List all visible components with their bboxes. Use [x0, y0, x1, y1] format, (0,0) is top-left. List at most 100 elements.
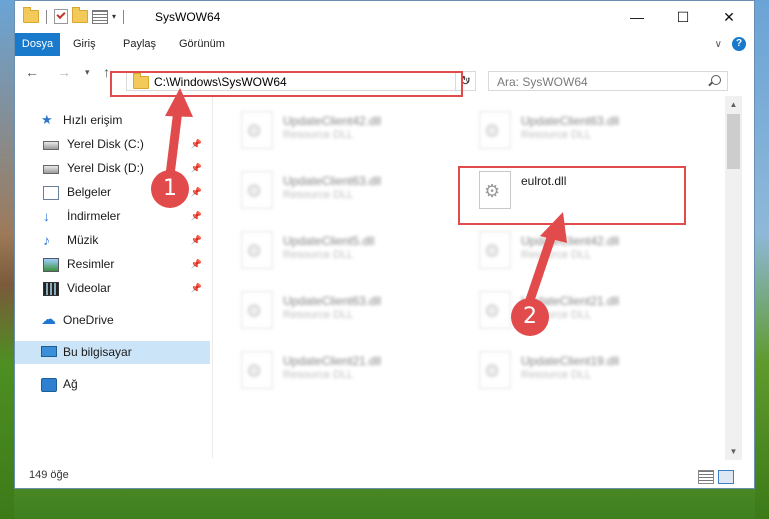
- file-name: UpdateClient5.dll: [283, 234, 375, 248]
- dll-file-icon: [241, 351, 273, 389]
- sidebar-item-this-pc[interactable]: Bu bilgisayar: [15, 341, 210, 364]
- pictures-icon: [43, 258, 59, 272]
- forward-arrow-icon[interactable]: →: [57, 64, 71, 80]
- new-folder-icon[interactable]: [72, 7, 88, 23]
- expand-ribbon-icon[interactable]: ∨: [715, 39, 722, 50]
- sidebar-item-label: Yerel Disk (C:): [67, 137, 144, 151]
- back-arrow-icon[interactable]: ←: [25, 64, 39, 80]
- cloud-icon: ☁: [41, 311, 56, 328]
- drive-icon: [43, 165, 59, 174]
- videos-icon: [43, 282, 59, 296]
- search-input[interactable]: Ara: SysWOW64: [488, 71, 728, 91]
- ribbon-right-controls: ∨ ?: [715, 37, 746, 51]
- file-name: UpdateClient63.dll: [521, 114, 620, 128]
- close-icon[interactable]: ✕: [706, 1, 752, 33]
- file-item[interactable]: UpdateClient5.dll Resource DLL: [213, 221, 443, 271]
- file-item[interactable]: UpdateClient42.dll Resource DLL: [451, 221, 681, 271]
- sidebar-item-label: Müzik: [67, 233, 99, 247]
- details-view-icon[interactable]: [698, 470, 714, 484]
- sidebar-item-music[interactable]: ♪ Müzik 📌: [15, 229, 210, 252]
- up-arrow-icon[interactable]: ↑: [103, 64, 110, 80]
- file-name: UpdateClient42.dll: [521, 234, 620, 248]
- title-bar: ▾ SysWOW64 — ☐ ✕: [15, 1, 754, 33]
- sidebar-item-label: İndirmeler: [67, 209, 121, 223]
- file-name: UpdateClient19.dll: [521, 354, 620, 368]
- sidebar-item-network[interactable]: Ağ: [15, 373, 210, 396]
- qat-dropdown-icon[interactable]: ▾: [112, 12, 116, 21]
- qat-separator-2: [123, 9, 125, 24]
- sidebar-item-label: Yerel Disk (D:): [67, 161, 144, 175]
- sidebar-item-drive-c[interactable]: Yerel Disk (C:) 📌: [15, 133, 210, 156]
- dll-file-icon: [241, 111, 273, 149]
- vertical-scrollbar[interactable]: ▲ ▼: [725, 96, 742, 460]
- file-item[interactable]: UpdateClient63.dll Resource DLL: [213, 161, 443, 211]
- quick-access-toolbar: ▾: [23, 7, 127, 24]
- star-icon: ★: [41, 112, 53, 127]
- documents-icon: [43, 186, 59, 200]
- step-marker-2: 2: [511, 298, 549, 336]
- file-type: Resource DLL: [283, 189, 354, 201]
- dll-file-icon: [241, 291, 273, 329]
- sidebar-item-pictures[interactable]: Resimler 📌: [15, 253, 210, 276]
- sidebar-item-label: Bu bilgisayar: [63, 345, 132, 359]
- file-type: Resource DLL: [283, 309, 354, 321]
- sidebar-item-label: Videolar: [67, 281, 111, 295]
- minimize-icon[interactable]: —: [614, 1, 660, 33]
- recent-locations-icon[interactable]: ▾: [85, 67, 90, 78]
- pin-icon[interactable]: 📌: [191, 229, 202, 252]
- file-item[interactable]: UpdateClient63.dll Resource DLL: [451, 101, 681, 151]
- file-item[interactable]: UpdateClient63.dll Resource DLL: [213, 281, 443, 331]
- view-list-icon[interactable]: [92, 9, 108, 24]
- file-item[interactable]: UpdateClient21.dll Resource DLL: [213, 341, 443, 391]
- item-count: 149 öğe: [29, 469, 69, 481]
- tab-share[interactable]: Paylaş: [123, 33, 156, 56]
- dll-file-icon: [479, 351, 511, 389]
- tab-home[interactable]: Giriş: [73, 33, 96, 56]
- pin-icon[interactable]: 📌: [191, 277, 202, 300]
- pin-icon[interactable]: 📌: [191, 157, 202, 180]
- scrollbar-thumb[interactable]: [727, 114, 740, 169]
- search-icon: [711, 75, 721, 85]
- file-name: UpdateClient63.dll: [283, 174, 382, 188]
- qat-separator: [46, 9, 47, 24]
- scroll-down-icon[interactable]: ▼: [725, 443, 742, 460]
- status-bar: 149 öğe: [15, 466, 754, 488]
- desktop-background-right: [755, 0, 769, 519]
- properties-check-icon[interactable]: [54, 9, 68, 24]
- sidebar-item-label: Belgeler: [67, 185, 112, 199]
- dll-file-icon: [241, 231, 273, 269]
- sidebar-item-videos[interactable]: Videolar 📌: [15, 277, 210, 300]
- dll-file-icon: [479, 291, 511, 329]
- help-icon[interactable]: ?: [732, 37, 746, 51]
- file-type: Resource DLL: [283, 129, 354, 141]
- sidebar-item-downloads[interactable]: ↓ İndirmeler 📌: [15, 205, 210, 228]
- file-type: Resource DLL: [521, 129, 592, 141]
- pin-icon[interactable]: 📌: [191, 253, 202, 276]
- pin-icon[interactable]: 📌: [191, 133, 202, 156]
- desktop-background-left: [0, 0, 14, 519]
- file-highlight-box: [458, 166, 686, 225]
- tab-file[interactable]: Dosya: [15, 33, 60, 56]
- sidebar-item-quick-access[interactable]: ★ Hızlı erişim: [15, 109, 210, 132]
- drive-icon: [43, 141, 59, 150]
- dll-file-icon: [241, 171, 273, 209]
- computer-icon: [41, 346, 57, 357]
- sidebar-item-label: Ağ: [63, 377, 78, 391]
- pin-icon[interactable]: 📌: [191, 205, 202, 228]
- scroll-up-icon[interactable]: ▲: [725, 96, 742, 113]
- file-name: UpdateClient63.dll: [283, 294, 382, 308]
- folder-icon[interactable]: [23, 7, 39, 23]
- large-icons-view-icon[interactable]: [718, 470, 734, 484]
- window-title: SysWOW64: [155, 10, 221, 24]
- maximize-icon[interactable]: ☐: [660, 1, 706, 33]
- file-item[interactable]: UpdateClient42.dll Resource DLL: [213, 101, 443, 151]
- sidebar-item-label: OneDrive: [63, 313, 114, 327]
- file-item[interactable]: UpdateClient21.dll Resource DLL: [451, 281, 681, 331]
- file-item[interactable]: UpdateClient19.dll Resource DLL: [451, 341, 681, 391]
- address-highlight-box: [110, 71, 463, 97]
- tab-view[interactable]: Görünüm: [179, 33, 225, 56]
- sidebar-item-onedrive[interactable]: ☁ OneDrive: [15, 309, 210, 332]
- step-marker-1: 1: [151, 170, 189, 208]
- pin-icon[interactable]: 📌: [191, 181, 202, 204]
- view-toggle: [698, 470, 734, 484]
